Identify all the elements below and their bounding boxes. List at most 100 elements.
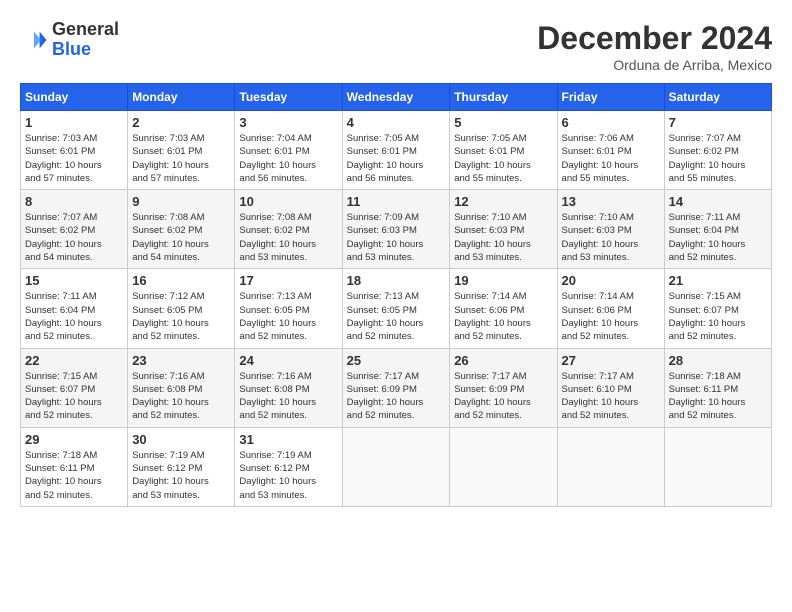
day-info: Sunrise: 7:13 AM Sunset: 6:05 PM Dayligh… bbox=[239, 290, 337, 343]
calendar-cell bbox=[664, 427, 771, 506]
day-info: Sunrise: 7:16 AM Sunset: 6:08 PM Dayligh… bbox=[132, 370, 230, 423]
day-info: Sunrise: 7:11 AM Sunset: 6:04 PM Dayligh… bbox=[25, 290, 123, 343]
day-info: Sunrise: 7:14 AM Sunset: 6:06 PM Dayligh… bbox=[454, 290, 552, 343]
calendar-cell: 6 Sunrise: 7:06 AM Sunset: 6:01 PM Daylig… bbox=[557, 111, 664, 190]
day-number: 7 bbox=[669, 115, 767, 130]
calendar-cell: 5Sunrise: 7:05 AM Sunset: 6:01 PM Daylig… bbox=[450, 111, 557, 190]
day-info: Sunrise: 7:19 AM Sunset: 6:12 PM Dayligh… bbox=[132, 449, 230, 502]
day-number: 18 bbox=[347, 273, 446, 288]
day-info: Sunrise: 7:05 AM Sunset: 6:01 PM Dayligh… bbox=[347, 132, 446, 185]
weekday-header-cell: Tuesday bbox=[235, 84, 342, 111]
calendar-cell: 4 Sunrise: 7:05 AM Sunset: 6:01 PM Daylig… bbox=[342, 111, 450, 190]
calendar-cell: 24Sunrise: 7:16 AM Sunset: 6:08 PM Dayli… bbox=[235, 348, 342, 427]
day-info: Sunrise: 7:14 AM Sunset: 6:06 PM Dayligh… bbox=[562, 290, 660, 343]
day-info: Sunrise: 7:18 AM Sunset: 6:11 PM Dayligh… bbox=[25, 449, 123, 502]
day-number: 2 bbox=[132, 115, 230, 130]
calendar-cell: 10 Sunrise: 7:08 AM Sunset: 6:02 PM Dayli… bbox=[235, 190, 342, 269]
calendar-cell: 18 Sunrise: 7:13 AM Sunset: 6:05 PM Dayli… bbox=[342, 269, 450, 348]
weekday-header-cell: Wednesday bbox=[342, 84, 450, 111]
day-info: Sunrise: 7:13 AM Sunset: 6:05 PM Dayligh… bbox=[347, 290, 446, 343]
day-number: 3 bbox=[239, 115, 337, 130]
calendar-cell: 14 Sunrise: 7:11 AM Sunset: 6:04 PM Dayli… bbox=[664, 190, 771, 269]
day-number: 12 bbox=[454, 194, 552, 209]
calendar-cell: 29Sunrise: 7:18 AM Sunset: 6:11 PM Dayli… bbox=[21, 427, 128, 506]
calendar-cell: 8Sunrise: 7:07 AM Sunset: 6:02 PM Daylig… bbox=[21, 190, 128, 269]
calendar-cell: 27 Sunrise: 7:17 AM Sunset: 6:10 PM Dayli… bbox=[557, 348, 664, 427]
calendar-cell bbox=[342, 427, 450, 506]
day-info: Sunrise: 7:15 AM Sunset: 6:07 PM Dayligh… bbox=[669, 290, 767, 343]
calendar-cell: 7 Sunrise: 7:07 AM Sunset: 6:02 PM Daylig… bbox=[664, 111, 771, 190]
weekday-header-cell: Sunday bbox=[21, 84, 128, 111]
day-info: Sunrise: 7:12 AM Sunset: 6:05 PM Dayligh… bbox=[132, 290, 230, 343]
calendar-cell: 12Sunrise: 7:10 AM Sunset: 6:03 PM Dayli… bbox=[450, 190, 557, 269]
day-number: 13 bbox=[562, 194, 660, 209]
calendar-cell: 25Sunrise: 7:17 AM Sunset: 6:09 PM Dayli… bbox=[342, 348, 450, 427]
calendar-cell: 16 Sunrise: 7:12 AM Sunset: 6:05 PM Dayli… bbox=[128, 269, 235, 348]
day-number: 30 bbox=[132, 432, 230, 447]
calendar-cell: 19Sunrise: 7:14 AM Sunset: 6:06 PM Dayli… bbox=[450, 269, 557, 348]
calendar-week-row: 22 Sunrise: 7:15 AM Sunset: 6:07 PM Dayli… bbox=[21, 348, 772, 427]
day-info: Sunrise: 7:03 AM Sunset: 6:01 PM Dayligh… bbox=[132, 132, 230, 185]
day-number: 11 bbox=[347, 194, 446, 209]
calendar-cell: 9Sunrise: 7:08 AM Sunset: 6:02 PM Daylig… bbox=[128, 190, 235, 269]
location: Orduna de Arriba, Mexico bbox=[537, 57, 772, 73]
calendar-cell: 3 Sunrise: 7:04 AM Sunset: 6:01 PM Daylig… bbox=[235, 111, 342, 190]
day-number: 27 bbox=[562, 353, 660, 368]
day-info: Sunrise: 7:17 AM Sunset: 6:09 PM Dayligh… bbox=[347, 370, 446, 423]
day-number: 1 bbox=[25, 115, 123, 130]
calendar-cell: 26Sunrise: 7:17 AM Sunset: 6:09 PM Dayli… bbox=[450, 348, 557, 427]
day-info: Sunrise: 7:08 AM Sunset: 6:02 PM Dayligh… bbox=[239, 211, 337, 264]
day-info: Sunrise: 7:07 AM Sunset: 6:02 PM Dayligh… bbox=[669, 132, 767, 185]
logo-text: General Blue bbox=[52, 20, 119, 60]
day-number: 23 bbox=[132, 353, 230, 368]
day-number: 17 bbox=[239, 273, 337, 288]
day-info: Sunrise: 7:19 AM Sunset: 6:12 PM Dayligh… bbox=[239, 449, 337, 502]
logo: General Blue bbox=[20, 20, 119, 60]
day-info: Sunrise: 7:18 AM Sunset: 6:11 PM Dayligh… bbox=[669, 370, 767, 423]
calendar-cell: 23 Sunrise: 7:16 AM Sunset: 6:08 PM Dayli… bbox=[128, 348, 235, 427]
weekday-header-cell: Monday bbox=[128, 84, 235, 111]
weekday-header-cell: Saturday bbox=[664, 84, 771, 111]
calendar-week-row: 8Sunrise: 7:07 AM Sunset: 6:02 PM Daylig… bbox=[21, 190, 772, 269]
calendar-cell: 30 Sunrise: 7:19 AM Sunset: 6:12 PM Dayli… bbox=[128, 427, 235, 506]
calendar-body: 1 Sunrise: 7:03 AM Sunset: 6:01 PM Daylig… bbox=[21, 111, 772, 507]
calendar-cell: 22 Sunrise: 7:15 AM Sunset: 6:07 PM Dayli… bbox=[21, 348, 128, 427]
day-number: 15 bbox=[25, 273, 123, 288]
calendar-week-row: 15 Sunrise: 7:11 AM Sunset: 6:04 PM Dayli… bbox=[21, 269, 772, 348]
day-info: Sunrise: 7:06 AM Sunset: 6:01 PM Dayligh… bbox=[562, 132, 660, 185]
day-info: Sunrise: 7:11 AM Sunset: 6:04 PM Dayligh… bbox=[669, 211, 767, 264]
calendar-cell: 1 Sunrise: 7:03 AM Sunset: 6:01 PM Daylig… bbox=[21, 111, 128, 190]
calendar-cell: 13Sunrise: 7:10 AM Sunset: 6:03 PM Dayli… bbox=[557, 190, 664, 269]
day-info: Sunrise: 7:08 AM Sunset: 6:02 PM Dayligh… bbox=[132, 211, 230, 264]
calendar-cell bbox=[557, 427, 664, 506]
day-info: Sunrise: 7:15 AM Sunset: 6:07 PM Dayligh… bbox=[25, 370, 123, 423]
day-number: 22 bbox=[25, 353, 123, 368]
day-info: Sunrise: 7:09 AM Sunset: 6:03 PM Dayligh… bbox=[347, 211, 446, 264]
calendar-table: SundayMondayTuesdayWednesdayThursdayFrid… bbox=[20, 83, 772, 507]
calendar-cell: 31 Sunrise: 7:19 AM Sunset: 6:12 PM Dayli… bbox=[235, 427, 342, 506]
day-info: Sunrise: 7:03 AM Sunset: 6:01 PM Dayligh… bbox=[25, 132, 123, 185]
day-number: 6 bbox=[562, 115, 660, 130]
day-number: 20 bbox=[562, 273, 660, 288]
page-header: General Blue December 2024 Orduna de Arr… bbox=[20, 20, 772, 73]
day-number: 26 bbox=[454, 353, 552, 368]
day-info: Sunrise: 7:17 AM Sunset: 6:10 PM Dayligh… bbox=[562, 370, 660, 423]
weekday-header-cell: Friday bbox=[557, 84, 664, 111]
calendar-cell: 2 Sunrise: 7:03 AM Sunset: 6:01 PM Daylig… bbox=[128, 111, 235, 190]
day-number: 4 bbox=[347, 115, 446, 130]
calendar-header-row: SundayMondayTuesdayWednesdayThursdayFrid… bbox=[21, 84, 772, 111]
calendar-cell: 11 Sunrise: 7:09 AM Sunset: 6:03 PM Dayli… bbox=[342, 190, 450, 269]
logo-icon bbox=[20, 26, 48, 54]
day-number: 24 bbox=[239, 353, 337, 368]
calendar-cell: 28 Sunrise: 7:18 AM Sunset: 6:11 PM Dayli… bbox=[664, 348, 771, 427]
day-number: 28 bbox=[669, 353, 767, 368]
day-number: 14 bbox=[669, 194, 767, 209]
calendar-week-row: 1 Sunrise: 7:03 AM Sunset: 6:01 PM Daylig… bbox=[21, 111, 772, 190]
day-number: 21 bbox=[669, 273, 767, 288]
day-number: 10 bbox=[239, 194, 337, 209]
day-info: Sunrise: 7:04 AM Sunset: 6:01 PM Dayligh… bbox=[239, 132, 337, 185]
day-number: 31 bbox=[239, 432, 337, 447]
day-number: 16 bbox=[132, 273, 230, 288]
calendar-cell bbox=[450, 427, 557, 506]
title-block: December 2024 Orduna de Arriba, Mexico bbox=[537, 20, 772, 73]
